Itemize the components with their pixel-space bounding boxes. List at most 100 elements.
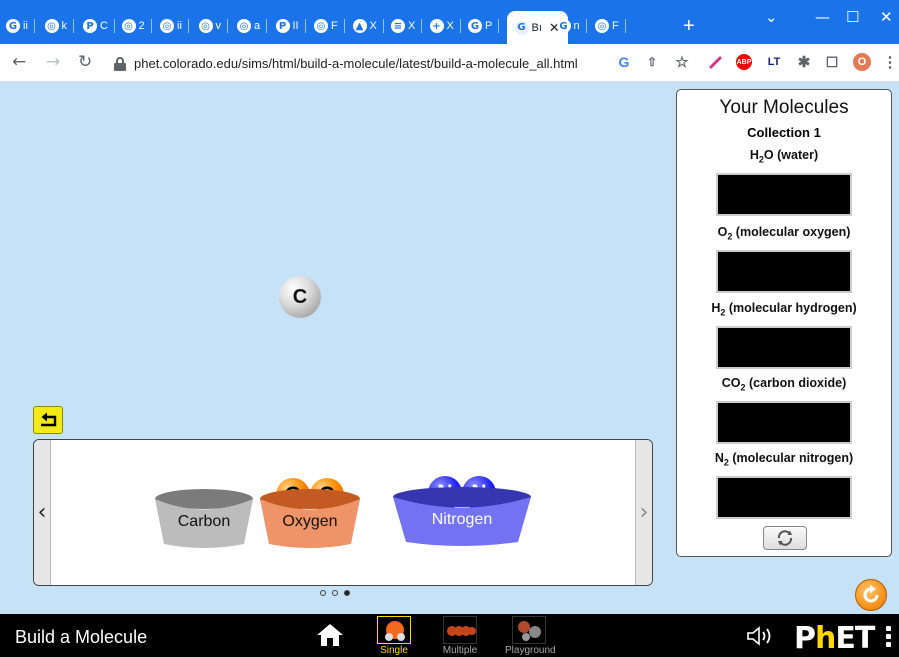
browser-tab[interactable]: Gn	[556, 12, 587, 40]
tab-search-icon[interactable]: ⌄	[765, 8, 778, 26]
browser-tab[interactable]: GP	[468, 12, 500, 40]
tab-label: II	[292, 20, 299, 32]
screen-button-single[interactable]: Single	[370, 616, 418, 657]
molecule-goal: H2O (water)	[677, 148, 891, 216]
molecule-slot	[716, 475, 852, 519]
browser-tab[interactable]: + X	[429, 12, 461, 40]
new-tab-button[interactable]: +	[683, 16, 695, 36]
tab-favicon-icon: ◎	[595, 19, 609, 33]
bucket-oxygen[interactable]: OOOxygen	[259, 478, 361, 550]
pen-extension-icon[interactable]	[708, 54, 724, 70]
goal-label: H2O (water)	[677, 148, 891, 165]
forward-button[interactable]: →	[46, 53, 60, 71]
browser-tab[interactable]: ◎ F	[314, 12, 345, 40]
tab-separator	[343, 19, 345, 33]
browser-tab[interactable]: ≡ X	[391, 12, 423, 40]
close-window-button[interactable]: ✕	[880, 8, 893, 26]
address-bar[interactable]: phet.colorado.edu/sims/html/build-a-mole…	[104, 50, 704, 77]
molecule-name: (carbon dioxide)	[745, 376, 847, 390]
google-icon[interactable]: G	[616, 54, 632, 70]
browser-tab[interactable]: ◎ F	[595, 12, 626, 40]
tab-label: Bı	[531, 21, 542, 34]
reset-all-button[interactable]	[855, 579, 887, 611]
molecule-slot	[716, 400, 852, 444]
url-text[interactable]: phet.colorado.edu/sims/html/build-a-mole…	[134, 56, 578, 71]
tab-favicon-icon: ◎	[237, 19, 251, 33]
reset-kit-button[interactable]	[33, 406, 63, 434]
adblock-icon[interactable]: ABP	[736, 54, 752, 70]
molecule-goal: H2 (molecular hydrogen)	[677, 301, 891, 369]
tab-separator	[73, 19, 74, 33]
goal-label: CO2 (carbon dioxide)	[677, 376, 891, 393]
tab-label: F	[612, 20, 619, 32]
screen-label: Multiple	[442, 645, 478, 656]
bucket-label: Nitrogen	[431, 511, 493, 528]
tab-separator	[382, 19, 384, 33]
kebab-menu-icon[interactable]: ⋮	[882, 54, 898, 71]
back-button[interactable]: ←	[12, 53, 26, 71]
tab-favicon-icon: ◎	[44, 19, 59, 33]
logo-h: h	[815, 621, 836, 656]
speaker-icon	[747, 626, 771, 646]
molecule-name: (molecular nitrogen)	[728, 451, 854, 465]
bookmark-star-icon[interactable]: ☆	[674, 54, 690, 71]
tab-separator	[585, 19, 587, 33]
tab-separator	[266, 19, 268, 33]
tab-favicon-icon: ◎	[121, 19, 136, 33]
carousel-previous-button[interactable]: ‹	[34, 440, 51, 585]
browser-tab[interactable]: P II	[275, 12, 306, 40]
browser-tab[interactable]: Gii	[6, 12, 35, 40]
screen-button-playground[interactable]: Playground	[505, 616, 556, 657]
side-panel-icon[interactable]: ☐	[824, 54, 840, 70]
phet-logo[interactable]: PhET	[794, 621, 875, 656]
tab-favicon-icon: ≡	[391, 19, 405, 33]
screen-button-multiple[interactable]: Multiple	[436, 616, 484, 657]
formula-element: CO	[721, 376, 741, 390]
home-button[interactable]	[316, 623, 344, 652]
tab-favicon-icon: P	[83, 19, 97, 33]
browser-tab[interactable]: ◎ k	[44, 12, 74, 40]
bucket-carbon[interactable]: Carbon	[154, 488, 254, 550]
phet-menu-icon[interactable]	[886, 626, 892, 650]
extensions-puzzle-icon[interactable]: ✱	[796, 54, 812, 71]
carbon-atom[interactable]: C	[279, 276, 321, 318]
screen-label: Playground	[505, 645, 556, 656]
browser-tab[interactable]: ◎ ii	[160, 12, 189, 40]
tab-label: X	[408, 20, 416, 32]
molecule-goal: CO2 (carbon dioxide)	[677, 376, 891, 444]
tab-separator	[498, 19, 500, 33]
tab-label: a	[254, 20, 261, 32]
maximize-button[interactable]: ☐	[846, 8, 859, 26]
page-dot[interactable]	[320, 590, 326, 596]
tab-favicon-icon: G	[514, 20, 529, 35]
goal-label: N2 (molecular nitrogen)	[677, 451, 891, 468]
sound-toggle-button[interactable]	[746, 626, 776, 651]
browser-tab[interactable]: PC	[83, 12, 115, 40]
minimize-button[interactable]: —	[815, 8, 830, 26]
formula-element: O	[763, 148, 774, 162]
carousel-next-button[interactable]: ›	[635, 440, 652, 585]
reset-collection-button[interactable]	[763, 526, 807, 550]
browser-tab[interactable]: ◎ a	[237, 12, 268, 40]
tab-separator	[304, 19, 306, 33]
bucket-nitrogen[interactable]: NNNitrogen	[392, 476, 532, 548]
browser-toolbar: ← → ↻ phet.colorado.edu/sims/html/build-…	[0, 44, 899, 82]
languagetool-icon[interactable]: LT	[766, 54, 782, 70]
home-icon	[317, 624, 343, 646]
goal-label: O2 (molecular oxygen)	[677, 225, 891, 242]
tab-favicon-icon: ▲	[352, 19, 367, 33]
share-icon[interactable]: ⇧	[644, 54, 660, 70]
formula-element: O	[717, 225, 728, 239]
tab-separator	[227, 19, 228, 33]
navigation-bar: Build a Molecule Single Multiple Playgroun…	[0, 614, 899, 657]
browser-tab[interactable]: ▲ X	[352, 12, 384, 40]
browser-tab[interactable]: ◎ 2	[121, 12, 152, 40]
reload-button[interactable]: ↻	[78, 53, 92, 71]
page-dot[interactable]	[344, 590, 350, 596]
lock-icon[interactable]	[114, 56, 126, 71]
molecule-name: (water)	[773, 148, 819, 162]
page-dot[interactable]	[332, 590, 338, 596]
tab-label: 2	[138, 20, 145, 32]
browser-tab[interactable]: ◎ v	[198, 12, 228, 40]
profile-avatar[interactable]: O	[853, 53, 871, 71]
